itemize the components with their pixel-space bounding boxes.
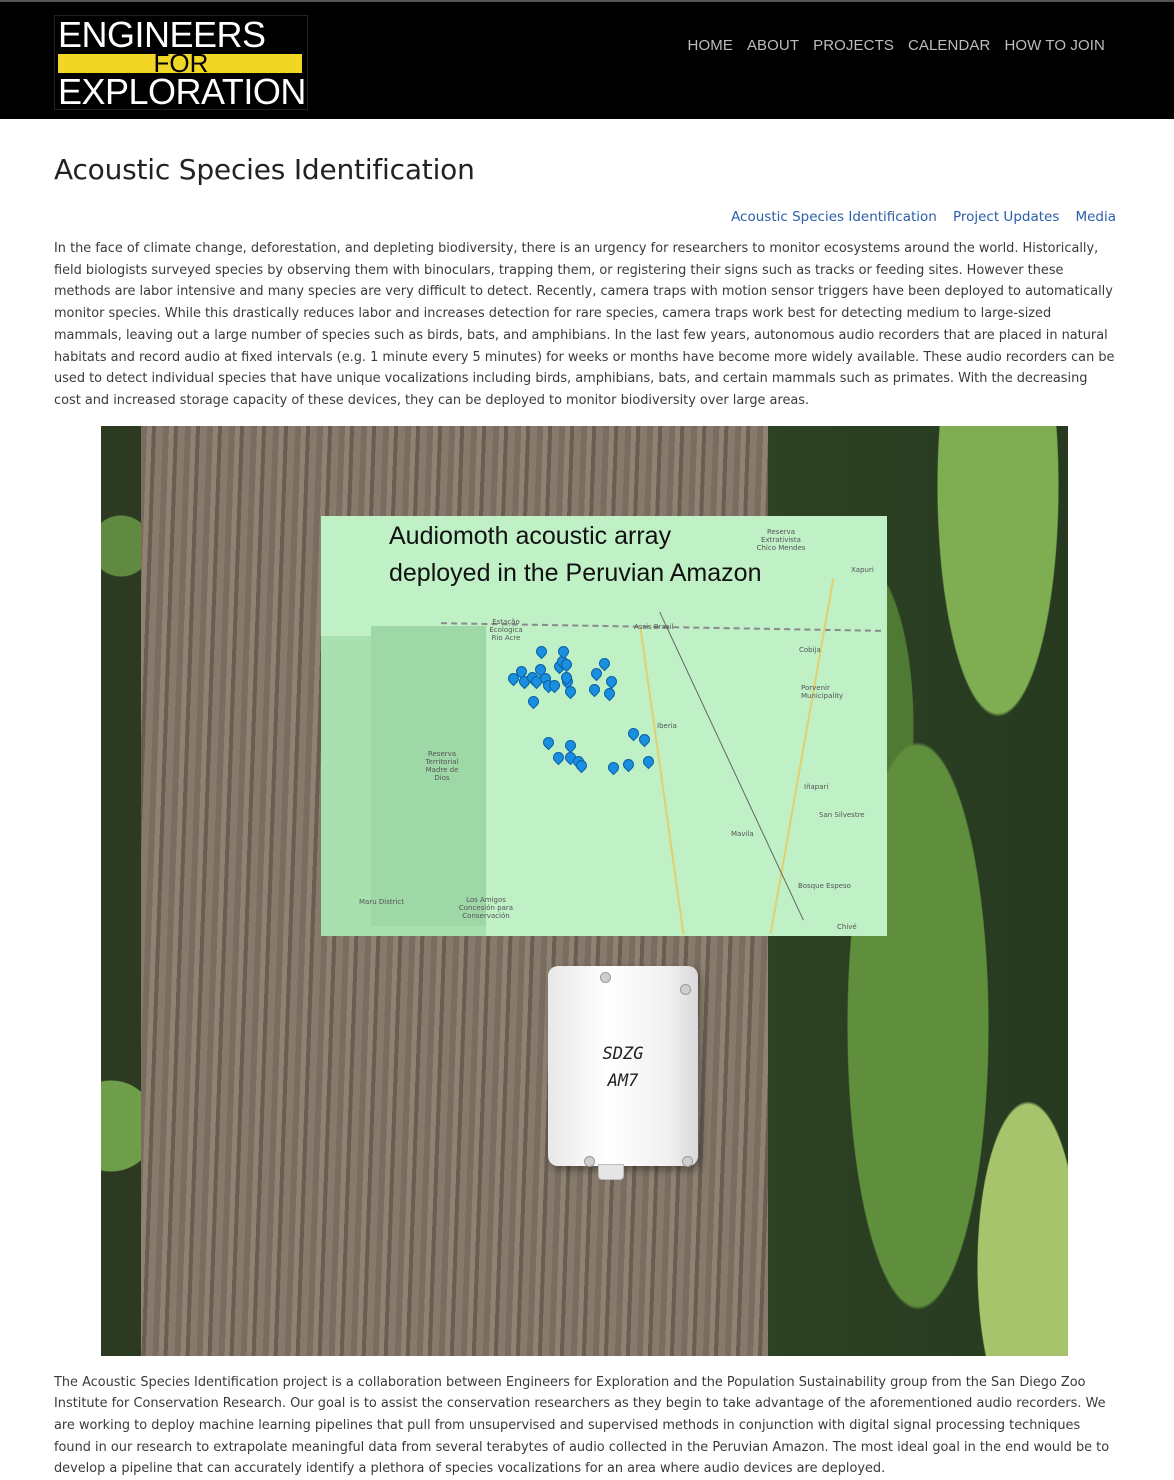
map-label: Iberia [657, 721, 677, 730]
map-label: Porvenir Municipality [801, 683, 844, 700]
screw [682, 1155, 693, 1167]
foliage-left [101, 425, 141, 1356]
screw [584, 1155, 595, 1167]
device-label-line-1: SDZG [602, 1043, 644, 1064]
map-label: Bosque Espeso [798, 881, 851, 890]
logo-line-3: EXPLORATION [58, 71, 306, 112]
map-label: Chivé [837, 922, 857, 931]
site-logo[interactable]: ENGINEERS FOR EXPLORATION [54, 15, 308, 110]
map-label: Iñapari [804, 782, 829, 791]
map-title-line-1: Audiomoth acoustic array [389, 521, 672, 550]
map-pin-icon [603, 673, 620, 689]
map-label: Cobija [799, 645, 821, 654]
main-nav: HOME ABOUT PROJECTS CALENDAR HOW TO JOIN [688, 37, 1105, 54]
screw [680, 983, 691, 995]
map-pin-icon [586, 681, 603, 697]
map-label: Mavila [731, 829, 754, 838]
nav-about[interactable]: ABOUT [747, 37, 799, 54]
subnav-project-updates[interactable]: Project Updates [953, 209, 1059, 225]
nav-how-to-join[interactable]: HOW TO JOIN [1004, 37, 1105, 54]
map-pin-icon [620, 756, 637, 772]
map-label: Reserva Territorial Madre de Dios [425, 749, 459, 782]
map-title: Audiomoth acoustic array deployed in the… [389, 518, 761, 592]
map-pin-icon [550, 749, 567, 765]
subnav-acoustic-species-identification[interactable]: Acoustic Species Identification [731, 209, 937, 225]
map-pin-icon [525, 693, 542, 709]
map-title-line-2: deployed in the Peruvian Amazon [389, 558, 762, 587]
map-pin-icon [605, 759, 622, 775]
project-photo: Audiomoth acoustic array deployed in the… [101, 425, 1068, 1356]
map-label: Xapuri [851, 565, 874, 574]
nav-home[interactable]: HOME [688, 37, 733, 54]
intro-paragraph: In the face of climate change, deforesta… [54, 241, 1115, 408]
nav-projects[interactable]: PROJECTS [813, 37, 894, 54]
device-tab [598, 1163, 624, 1180]
project-subnav: Acoustic Species Identification Project … [54, 206, 1116, 228]
map-pin-icon [640, 753, 657, 769]
main-content: Acoustic Species Identification Acoustic… [0, 153, 1174, 1480]
map-label: Los Amigos Concesión para Conservación [458, 895, 514, 920]
map-road [639, 626, 685, 935]
map-label: San Silvestre [819, 810, 865, 819]
map-label: Reserva Extrativista Chico Mendes [756, 527, 806, 552]
map-pin-icon [533, 643, 550, 659]
map-road [769, 578, 835, 934]
subnav-media[interactable]: Media [1075, 209, 1116, 225]
map-label: Maru District [359, 897, 405, 906]
map-border-line [659, 611, 804, 920]
site-header: ENGINEERS FOR EXPLORATION HOME ABOUT PRO… [0, 2, 1174, 119]
collaboration-paragraph: The Acoustic Species Identification proj… [54, 1374, 1110, 1477]
map-pin-icon [540, 734, 557, 750]
device-label-line-2: AM7 [607, 1070, 639, 1091]
screw [600, 971, 611, 983]
map-label: Estação Ecologica Rio Acre [489, 617, 523, 642]
nav-calendar[interactable]: CALENDAR [908, 37, 991, 54]
page-title: Acoustic Species Identification [54, 153, 475, 186]
audiomoth-recorder: SDZG AM7 [548, 965, 698, 1180]
map-label: Assis Brasil [634, 622, 674, 631]
deployment-map: Audiomoth acoustic array deployed in the… [321, 515, 887, 936]
